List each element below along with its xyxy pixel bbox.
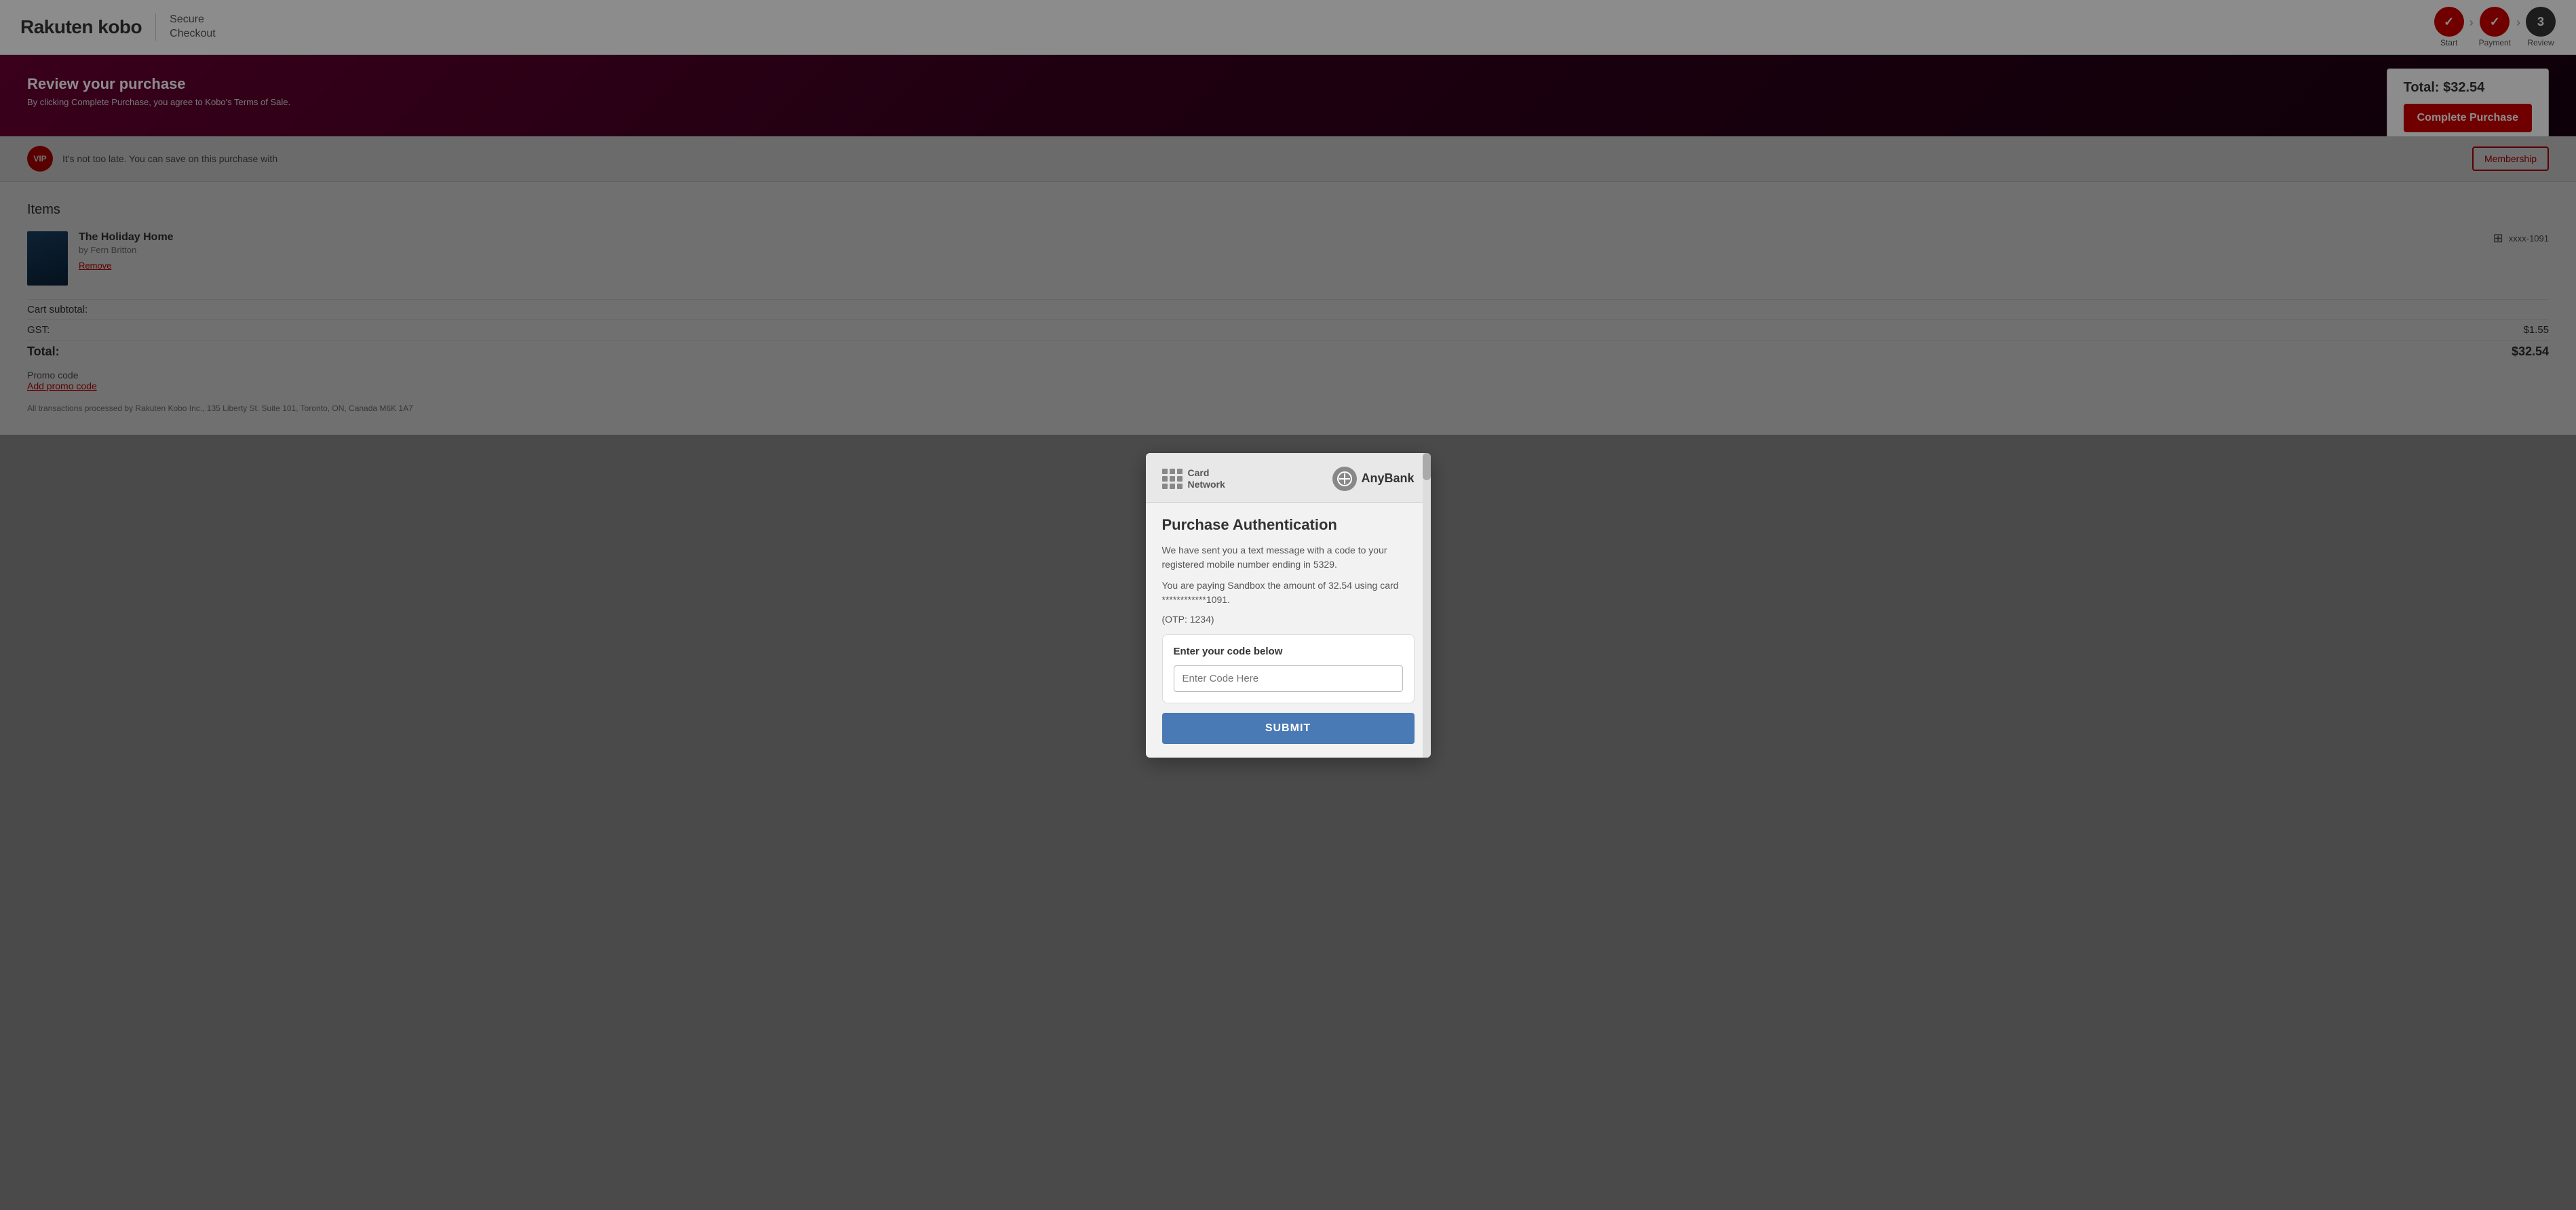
dot-6 (1177, 476, 1183, 482)
card-network-dots (1162, 469, 1183, 489)
modal-desc1: We have sent you a text message with a c… (1162, 543, 1415, 572)
card-network-line1: Card (1188, 467, 1225, 479)
dot-7 (1162, 484, 1168, 489)
anybank-logo: AnyBank (1332, 467, 1414, 491)
anybank-svg-icon (1337, 471, 1352, 486)
card-network-text: Card Network (1188, 467, 1225, 490)
dot-2 (1170, 469, 1175, 474)
dot-9 (1177, 484, 1183, 489)
otp-hint: (OTP: 1234) (1162, 614, 1415, 625)
modal-body: Purchase Authentication We have sent you… (1146, 503, 1431, 758)
modal-header: Card Network AnyBank (1146, 453, 1431, 503)
dot-4 (1162, 476, 1168, 482)
code-section: Enter your code below (1162, 634, 1415, 703)
modal-title: Purchase Authentication (1162, 516, 1415, 534)
dot-3 (1177, 469, 1183, 474)
card-network-line2: Network (1188, 479, 1225, 490)
modal-scrollbar[interactable] (1423, 453, 1431, 758)
submit-button[interactable]: SUBMIT (1162, 713, 1415, 744)
anybank-icon (1332, 467, 1357, 491)
anybank-text: AnyBank (1361, 471, 1414, 486)
dot-1 (1162, 469, 1168, 474)
code-section-label: Enter your code below (1174, 646, 1403, 657)
modal-overlay: Card Network AnyBank Purchas (0, 0, 2576, 1210)
dot-5 (1170, 476, 1175, 482)
card-network-logo: Card Network (1162, 467, 1225, 490)
modal-scrollbar-thumb (1423, 453, 1431, 480)
modal-desc2: You are paying Sandbox the amount of 32.… (1162, 579, 1415, 607)
code-input[interactable] (1174, 665, 1403, 692)
authentication-modal: Card Network AnyBank Purchas (1146, 453, 1431, 758)
dot-8 (1170, 484, 1175, 489)
